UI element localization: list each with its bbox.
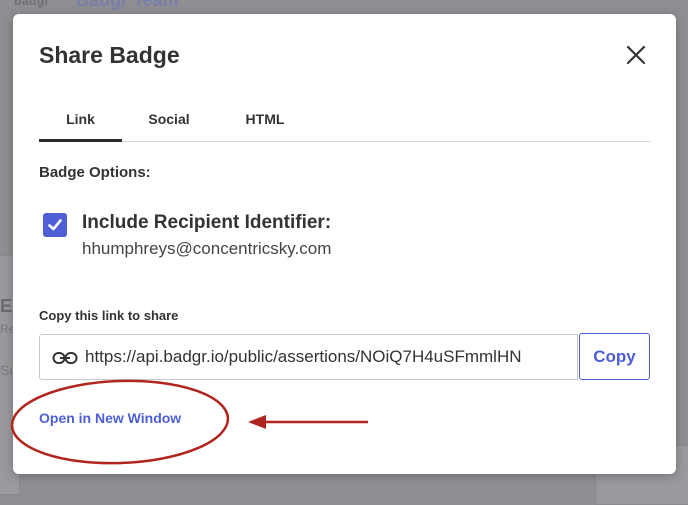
- share-tabs: Link Social HTML: [39, 104, 651, 142]
- copy-button[interactable]: Copy: [579, 333, 650, 380]
- background-team-title: Badgr Team: [76, 0, 179, 10]
- open-in-new-window-link[interactable]: Open in New Window: [39, 410, 181, 426]
- share-badge-modal: Share Badge Link Social HTML Badge Optio…: [13, 14, 676, 474]
- include-recipient-label[interactable]: Include Recipient Identifier:: [82, 212, 331, 234]
- badge-options-label: Badge Options:: [39, 164, 151, 181]
- close-button[interactable]: [623, 42, 649, 68]
- chain-link-icon: [52, 352, 78, 364]
- copy-link-label: Copy this link to share: [39, 308, 179, 323]
- checkmark-icon: [48, 219, 62, 231]
- include-recipient-checkbox[interactable]: [43, 213, 67, 237]
- share-link-field[interactable]: [39, 334, 578, 380]
- tab-social[interactable]: Social: [139, 104, 199, 142]
- recipient-email: hhumphreys@concentricsky.com: [82, 239, 332, 258]
- close-x-icon[interactable]: [623, 42, 649, 68]
- share-link-input[interactable]: [85, 335, 575, 379]
- background-logo: badgr: [14, 0, 50, 8]
- tab-link[interactable]: Link: [39, 104, 122, 142]
- tab-html[interactable]: HTML: [235, 104, 295, 142]
- modal-title: Share Badge: [39, 42, 180, 68]
